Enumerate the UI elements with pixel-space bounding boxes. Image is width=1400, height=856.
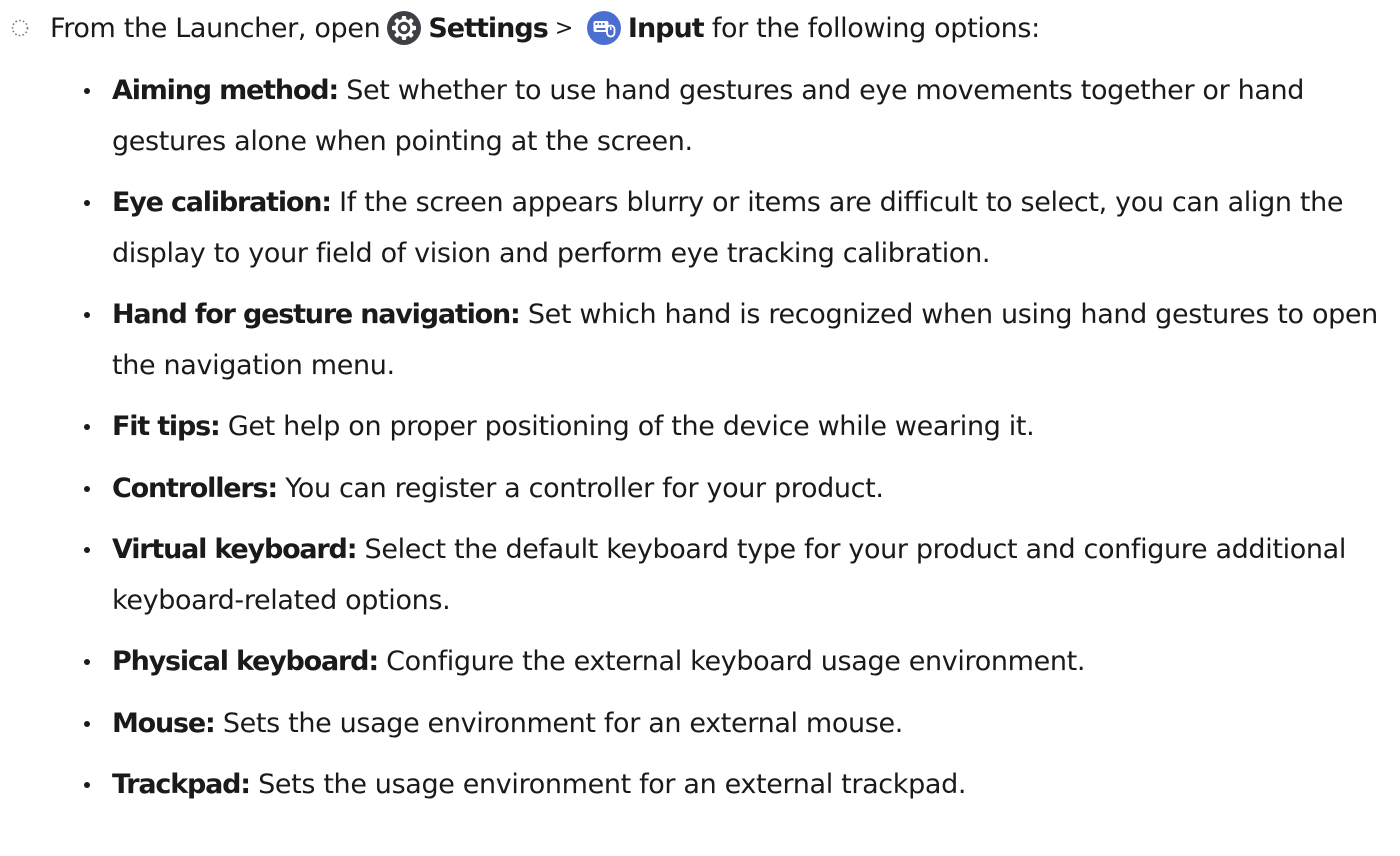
bullet-icon — [84, 312, 90, 318]
list-item: Hand for gesture navigation: Set which h… — [84, 290, 1394, 391]
keyboard-input-icon — [586, 11, 621, 45]
option-term: Fit tips — [112, 411, 211, 442]
step-text-after: for the following options: — [711, 12, 1040, 44]
settings-gear-icon — [387, 11, 422, 45]
option-description: Get help on proper positioning of the de… — [227, 411, 1035, 442]
option-term: Aiming method — [112, 75, 330, 106]
bullet-icon — [84, 200, 90, 206]
option-term: Physical keyboard — [112, 646, 370, 677]
option-description: Configure the external keyboard usage en… — [386, 646, 1086, 677]
option-description: Sets the usage environment for an extern… — [222, 707, 904, 739]
bullet-icon — [84, 720, 90, 727]
list-item: Aiming method: Set whether to use hand g… — [84, 66, 1394, 167]
option-term: Virtual keyboard — [112, 534, 348, 565]
path-separator: > — [554, 15, 573, 41]
step-marker-icon — [11, 19, 29, 37]
list-item: Fit tips: Get help on proper positioning… — [84, 402, 1394, 453]
input-options-list: Aiming method: Set whether to use hand g… — [84, 66, 1394, 822]
option-term: Eye calibration — [112, 187, 322, 218]
list-item: Eye calibration: If the screen appears b… — [84, 178, 1394, 279]
option-description: Sets the usage environment for an extern… — [258, 769, 967, 800]
input-label: Input — [627, 12, 705, 44]
list-item: Virtual keyboard: Select the default key… — [84, 525, 1394, 626]
option-term: Controllers — [112, 472, 269, 504]
bullet-icon — [84, 424, 90, 430]
settings-label: Settings — [428, 12, 548, 44]
option-description: You can register a controller for your p… — [285, 472, 884, 504]
bullet-icon — [84, 88, 90, 94]
bullet-icon — [84, 547, 90, 553]
option-term: Hand for gesture navigation — [112, 299, 511, 330]
bullet-icon — [84, 782, 90, 788]
bullet-icon — [84, 659, 90, 665]
list-item: Controllers: You can register a controll… — [84, 464, 1394, 515]
document-page: From the Launcher, open Settings > Input… — [0, 0, 1400, 856]
option-term: Mouse — [112, 707, 206, 739]
list-item: Physical keyboard: Configure the externa… — [84, 637, 1394, 688]
option-term: Trackpad — [112, 769, 241, 800]
step-text-before: From the Launcher, open — [50, 12, 381, 44]
instruction-step: From the Launcher, open Settings > Input… — [10, 6, 1395, 50]
list-item: Mouse: Sets the usage environment for an… — [84, 699, 1394, 750]
list-item: Trackpad: Sets the usage environment for… — [84, 760, 1394, 811]
bullet-icon — [84, 485, 90, 492]
